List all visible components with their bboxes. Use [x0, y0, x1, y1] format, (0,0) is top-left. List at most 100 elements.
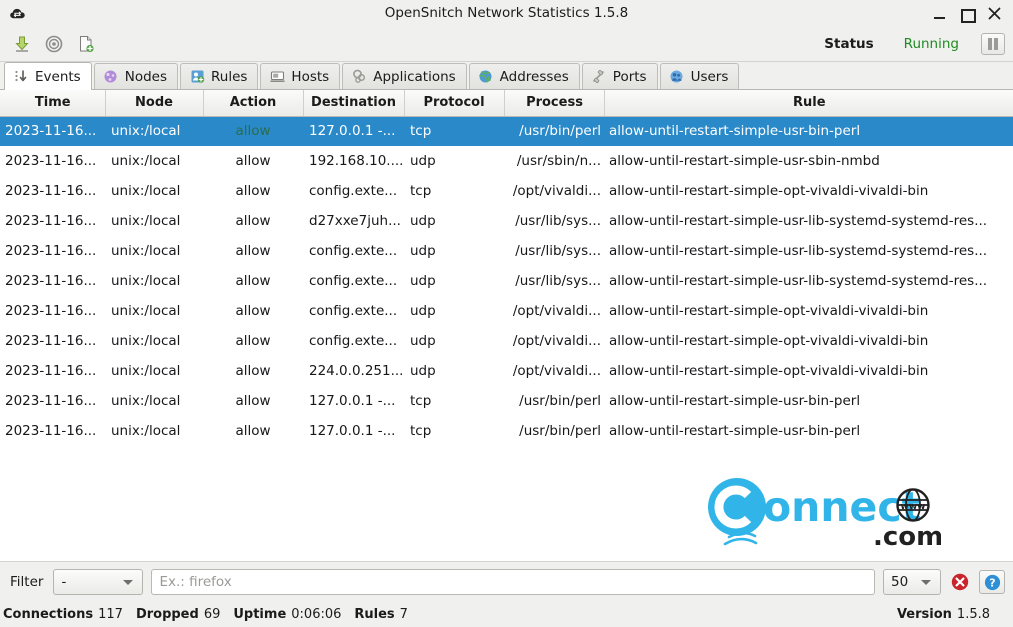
tab-applications-label: Applications — [373, 68, 456, 85]
tab-nodes-label: Nodes — [124, 68, 167, 85]
tab-ports[interactable]: Ports — [581, 63, 658, 89]
minimize-icon[interactable] — [933, 7, 947, 21]
cell-destination: 127.0.0.1 -... — [309, 393, 396, 409]
tab-nodes[interactable]: Nodes — [93, 63, 178, 89]
column-header-process[interactable]: Process — [504, 90, 605, 117]
cell-rule: allow-until-restart-simple-usr-lib-syste… — [609, 273, 988, 289]
filter-select[interactable]: - — [53, 569, 144, 595]
table-row[interactable]: 2023-11-16... unix:/local allow config.exte… — [0, 176, 1013, 206]
table-row[interactable]: 2023-11-16... unix:/local allow d27xxe7juh.… — [0, 206, 1013, 236]
cell-rule: allow-until-restart-simple-usr-bin-perl — [609, 423, 861, 439]
connect-com-watermark: onnect www .com — [701, 475, 943, 553]
column-header-action[interactable]: Action — [203, 90, 304, 117]
limit-select-value: 50 — [891, 574, 909, 590]
tab-rules[interactable]: Rules — [180, 63, 259, 89]
applications-icon — [351, 69, 367, 85]
users-icon — [669, 69, 685, 85]
chevron-down-icon — [123, 579, 134, 585]
cell-process: /usr/sbin/n... — [516, 153, 601, 169]
clear-icon[interactable] — [949, 571, 971, 593]
new-document-icon[interactable] — [74, 32, 98, 56]
svg-text:www: www — [901, 502, 926, 512]
rules-value: 7 — [399, 607, 408, 622]
tab-addresses-label: Addresses — [499, 68, 569, 85]
version-label: Version — [896, 607, 952, 622]
ports-icon — [591, 69, 607, 85]
column-header-time[interactable]: Time — [0, 90, 106, 117]
tab-addresses[interactable]: Addresses — [468, 63, 580, 89]
tab-events[interactable]: Events — [4, 62, 92, 90]
cell-process: /usr/lib/sys... — [515, 213, 601, 229]
cell-time: 2023-11-16... — [5, 303, 97, 319]
pause-icon[interactable] — [981, 33, 1005, 55]
cell-rule: allow-until-restart-simple-usr-sbin-nmbd — [609, 153, 880, 169]
cell-protocol: udp — [410, 363, 436, 379]
maximize-icon[interactable] — [960, 7, 976, 23]
window-title: OpenSnitch Network Statistics 1.5.8 — [384, 5, 629, 21]
cell-process: /usr/bin/perl — [519, 123, 601, 140]
table-row[interactable]: 2023-11-16... unix:/local allow 192.168.10.… — [0, 146, 1013, 176]
table-row[interactable]: 2023-11-16... unix:/local allow config.exte… — [0, 326, 1013, 356]
events-table-container: Time Node Action Destination Protocol Pr… — [0, 90, 1013, 562]
cell-action: allow — [235, 423, 271, 439]
cell-node: unix:/local — [111, 303, 181, 319]
cell-process: /opt/vivaldi... — [512, 333, 601, 349]
filter-select-value: - — [61, 574, 67, 590]
column-header-protocol[interactable]: Protocol — [404, 90, 505, 117]
cell-destination: 224.0.0.251... — [309, 363, 404, 379]
status-bar: Connections 117 Dropped 69 Uptime 0:06:0… — [0, 602, 1013, 627]
cell-protocol: tcp — [410, 423, 432, 439]
column-header-node[interactable]: Node — [105, 90, 204, 117]
table-row[interactable]: 2023-11-16... unix:/local allow 127.0.0.1 -… — [0, 416, 1013, 446]
cell-process: /usr/lib/sys... — [515, 243, 601, 259]
tab-applications[interactable]: Applications — [342, 63, 467, 89]
cell-time: 2023-11-16... — [5, 333, 97, 349]
cell-time: 2023-11-16... — [5, 123, 97, 140]
table-row[interactable]: 2023-11-16... unix:/local allow 127.0.0.1 -… — [0, 386, 1013, 416]
tab-hosts-label: Hosts — [291, 68, 330, 85]
svg-text:.com: .com — [873, 522, 941, 552]
cell-action: allow — [235, 393, 271, 409]
version-value: 1.5.8 — [956, 607, 990, 622]
cell-time: 2023-11-16... — [5, 243, 97, 259]
export-download-icon[interactable] — [10, 32, 34, 56]
cell-rule: allow-until-restart-simple-usr-bin-perl — [609, 123, 861, 140]
close-icon[interactable] — [987, 7, 1001, 21]
table-row[interactable]: 2023-11-16... unix:/local allow config.exte… — [0, 266, 1013, 296]
tab-events-label: Events — [35, 68, 81, 85]
connections-label: Connections — [3, 607, 94, 622]
column-header-destination[interactable]: Destination — [303, 90, 405, 117]
cell-protocol: udp — [410, 213, 436, 229]
cell-process: /usr/lib/sys... — [515, 273, 601, 289]
cell-rule: allow-until-restart-simple-opt-vivaldi-v… — [609, 183, 929, 199]
cell-process: /usr/bin/perl — [519, 423, 601, 439]
cell-destination: config.exte... — [309, 333, 398, 349]
connections-value: 117 — [98, 607, 123, 622]
cell-time: 2023-11-16... — [5, 363, 97, 379]
column-header-rule[interactable]: Rule — [604, 90, 1013, 117]
events-table: Time Node Action Destination Protocol Pr… — [0, 90, 1013, 446]
table-row[interactable]: 2023-11-16... unix:/local allow config.exte… — [0, 236, 1013, 266]
cell-destination: config.exte... — [309, 303, 398, 319]
events-icon — [13, 69, 29, 85]
search-input[interactable] — [151, 569, 875, 595]
tab-ports-label: Ports — [612, 68, 647, 85]
cell-protocol: tcp — [410, 183, 432, 199]
help-icon[interactable]: ? — [979, 570, 1005, 594]
filter-label: Filter — [10, 574, 44, 590]
cell-node: unix:/local — [111, 123, 181, 140]
table-row[interactable]: 2023-11-16... unix:/local allow 127.0.0.1 -… — [0, 116, 1013, 146]
cell-time: 2023-11-16... — [5, 153, 97, 169]
cell-rule: allow-until-restart-simple-opt-vivaldi-v… — [609, 303, 929, 319]
tab-rules-label: Rules — [211, 68, 248, 85]
table-row[interactable]: 2023-11-16... unix:/local allow 224.0.0.251… — [0, 356, 1013, 386]
cell-time: 2023-11-16... — [5, 183, 97, 199]
cell-node: unix:/local — [111, 393, 181, 409]
tab-hosts[interactable]: Hosts — [260, 63, 341, 89]
cell-action: allow — [235, 123, 271, 140]
tab-users[interactable]: Users — [659, 63, 740, 89]
limit-select[interactable]: 50 — [883, 569, 941, 595]
table-row[interactable]: 2023-11-16... unix:/local allow config.exte… — [0, 296, 1013, 326]
dropped-label: Dropped — [135, 607, 199, 622]
target-circle-icon[interactable] — [42, 32, 66, 56]
